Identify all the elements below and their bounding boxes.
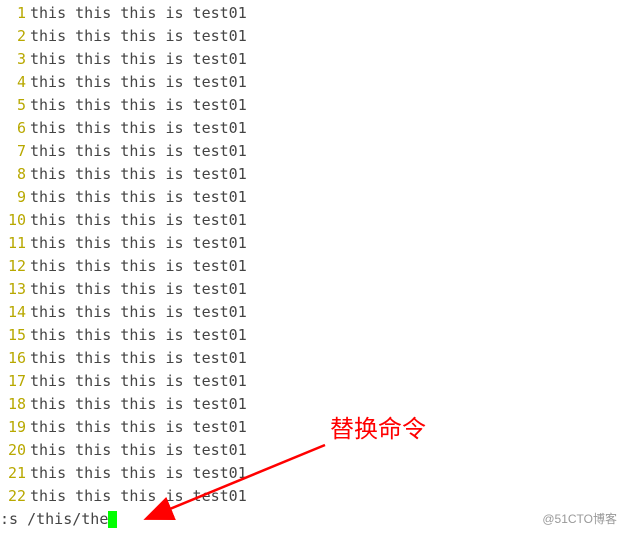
- command-line[interactable]: :s /this/the: [0, 508, 625, 531]
- line-text: this this this is test01: [30, 25, 247, 48]
- line-text: this this this is test01: [30, 324, 247, 347]
- line-text: this this this is test01: [30, 117, 247, 140]
- command-text: :s /this/the: [0, 508, 108, 531]
- line-text: this this this is test01: [30, 186, 247, 209]
- line-number: 9: [0, 186, 30, 209]
- line-number: 4: [0, 71, 30, 94]
- line-number: 12: [0, 255, 30, 278]
- line-text: this this this is test01: [30, 255, 247, 278]
- line-number: 13: [0, 278, 30, 301]
- line-number: 6: [0, 117, 30, 140]
- editor-line: 17 this this this is test01: [0, 370, 625, 393]
- editor-line: 1 this this this is test01: [0, 2, 625, 25]
- cursor: [108, 511, 117, 528]
- line-text: this this this is test01: [30, 2, 247, 25]
- line-text: this this this is test01: [30, 209, 247, 232]
- line-text: this this this is test01: [30, 278, 247, 301]
- line-text: this this this is test01: [30, 416, 247, 439]
- editor-line: 15 this this this is test01: [0, 324, 625, 347]
- editor-line: 4 this this this is test01: [0, 71, 625, 94]
- line-text: this this this is test01: [30, 485, 247, 508]
- editor-line: 3 this this this is test01: [0, 48, 625, 71]
- editor-area[interactable]: 1 this this this is test012 this this th…: [0, 0, 625, 508]
- editor-line: 16 this this this is test01: [0, 347, 625, 370]
- line-number: 3: [0, 48, 30, 71]
- line-number: 22: [0, 485, 30, 508]
- line-text: this this this is test01: [30, 232, 247, 255]
- line-text: this this this is test01: [30, 439, 247, 462]
- editor-line: 9 this this this is test01: [0, 186, 625, 209]
- line-text: this this this is test01: [30, 301, 247, 324]
- line-text: this this this is test01: [30, 140, 247, 163]
- editor-line: 5 this this this is test01: [0, 94, 625, 117]
- line-number: 10: [0, 209, 30, 232]
- editor-line: 6 this this this is test01: [0, 117, 625, 140]
- editor-line: 19 this this this is test01: [0, 416, 625, 439]
- line-text: this this this is test01: [30, 347, 247, 370]
- editor-line: 7 this this this is test01: [0, 140, 625, 163]
- line-number: 1: [0, 2, 30, 25]
- editor-line: 14 this this this is test01: [0, 301, 625, 324]
- line-number: 2: [0, 25, 30, 48]
- editor-line: 8 this this this is test01: [0, 163, 625, 186]
- line-number: 20: [0, 439, 30, 462]
- line-number: 17: [0, 370, 30, 393]
- line-number: 14: [0, 301, 30, 324]
- line-text: this this this is test01: [30, 393, 247, 416]
- line-text: this this this is test01: [30, 462, 247, 485]
- editor-line: 22 this this this is test01: [0, 485, 625, 508]
- line-number: 7: [0, 140, 30, 163]
- line-number: 8: [0, 163, 30, 186]
- line-text: this this this is test01: [30, 48, 247, 71]
- editor-line: 21 this this this is test01: [0, 462, 625, 485]
- line-text: this this this is test01: [30, 71, 247, 94]
- line-number: 5: [0, 94, 30, 117]
- editor-line: 2 this this this is test01: [0, 25, 625, 48]
- editor-line: 11 this this this is test01: [0, 232, 625, 255]
- line-text: this this this is test01: [30, 94, 247, 117]
- line-text: this this this is test01: [30, 163, 247, 186]
- editor-line: 10 this this this is test01: [0, 209, 625, 232]
- line-number: 19: [0, 416, 30, 439]
- line-number: 15: [0, 324, 30, 347]
- editor-line: 13 this this this is test01: [0, 278, 625, 301]
- line-number: 16: [0, 347, 30, 370]
- line-number: 21: [0, 462, 30, 485]
- editor-line: 20 this this this is test01: [0, 439, 625, 462]
- editor-line: 18 this this this is test01: [0, 393, 625, 416]
- line-text: this this this is test01: [30, 370, 247, 393]
- editor-line: 12 this this this is test01: [0, 255, 625, 278]
- line-number: 11: [0, 232, 30, 255]
- line-number: 18: [0, 393, 30, 416]
